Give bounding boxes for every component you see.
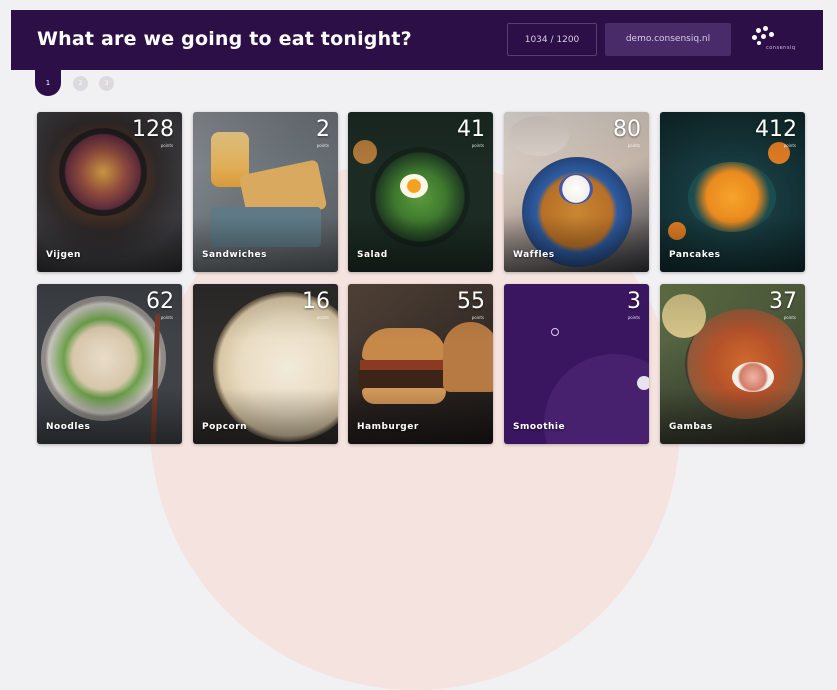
consensiq-logo: consensiq	[744, 26, 806, 56]
logo-text: consensiq	[766, 45, 796, 51]
tab-question-1[interactable]: 1	[35, 70, 61, 96]
vote-count: 2	[316, 117, 330, 142]
vote-count: 41	[457, 117, 485, 142]
option-tile-vijgen[interactable]: 128 points Vijgen	[37, 112, 182, 272]
vote-count: 37	[769, 289, 797, 314]
option-tile-smoothie[interactable]: 3 points Smoothie	[504, 284, 649, 444]
option-label: Gambas	[669, 422, 713, 432]
response-counter: 1034 / 1200	[507, 23, 597, 56]
vote-count: 62	[146, 289, 174, 314]
vote-unit: points	[783, 143, 796, 148]
vote-unit: points	[316, 143, 329, 148]
tab-question-2[interactable]: 2	[73, 76, 88, 91]
option-tile-waffles[interactable]: 80 points Waffles	[504, 112, 649, 272]
option-label: Noodles	[46, 422, 91, 432]
session-url[interactable]: demo.consensiq.nl	[605, 23, 731, 56]
page-title: What are we going to eat tonight?	[37, 28, 412, 50]
vote-unit: points	[160, 315, 173, 320]
option-label: Popcorn	[202, 422, 248, 432]
logo-icon	[750, 26, 776, 46]
option-label: Sandwiches	[202, 250, 268, 260]
vote-count: 80	[613, 117, 641, 142]
option-label: Vijgen	[46, 250, 81, 260]
vote-unit: points	[627, 143, 640, 148]
option-tile-pancakes[interactable]: 412 points Pancakes	[660, 112, 805, 272]
header-bar: What are we going to eat tonight? 1034 /…	[11, 10, 823, 70]
option-label: Smoothie	[513, 422, 566, 432]
vote-unit: points	[316, 315, 329, 320]
vote-unit: points	[160, 143, 173, 148]
vote-count: 16	[302, 289, 330, 314]
option-tile-hamburger[interactable]: 55 points Hamburger	[348, 284, 493, 444]
slider-handle[interactable]	[637, 376, 649, 390]
option-label: Pancakes	[669, 250, 721, 260]
option-tile-gambas[interactable]: 37 points Gambas	[660, 284, 805, 444]
option-label: Hamburger	[357, 422, 419, 432]
vote-count: 55	[457, 289, 485, 314]
option-tile-salad[interactable]: 41 points Salad	[348, 112, 493, 272]
vote-unit: points	[471, 143, 484, 148]
vote-count: 412	[755, 117, 797, 142]
tab-question-3[interactable]: 3	[99, 76, 114, 91]
vote-unit: points	[783, 315, 796, 320]
option-tile-noodles[interactable]: 62 points Noodles	[37, 284, 182, 444]
vote-count: 128	[132, 117, 174, 142]
decorative-ring	[551, 328, 559, 336]
option-label: Waffles	[513, 250, 555, 260]
vote-unit: points	[471, 315, 484, 320]
option-label: Salad	[357, 250, 388, 260]
option-tile-sandwiches[interactable]: 2 points Sandwiches	[193, 112, 338, 272]
vote-unit: points	[627, 315, 640, 320]
option-tile-popcorn[interactable]: 16 points Popcorn	[193, 284, 338, 444]
vote-count: 3	[627, 289, 641, 314]
